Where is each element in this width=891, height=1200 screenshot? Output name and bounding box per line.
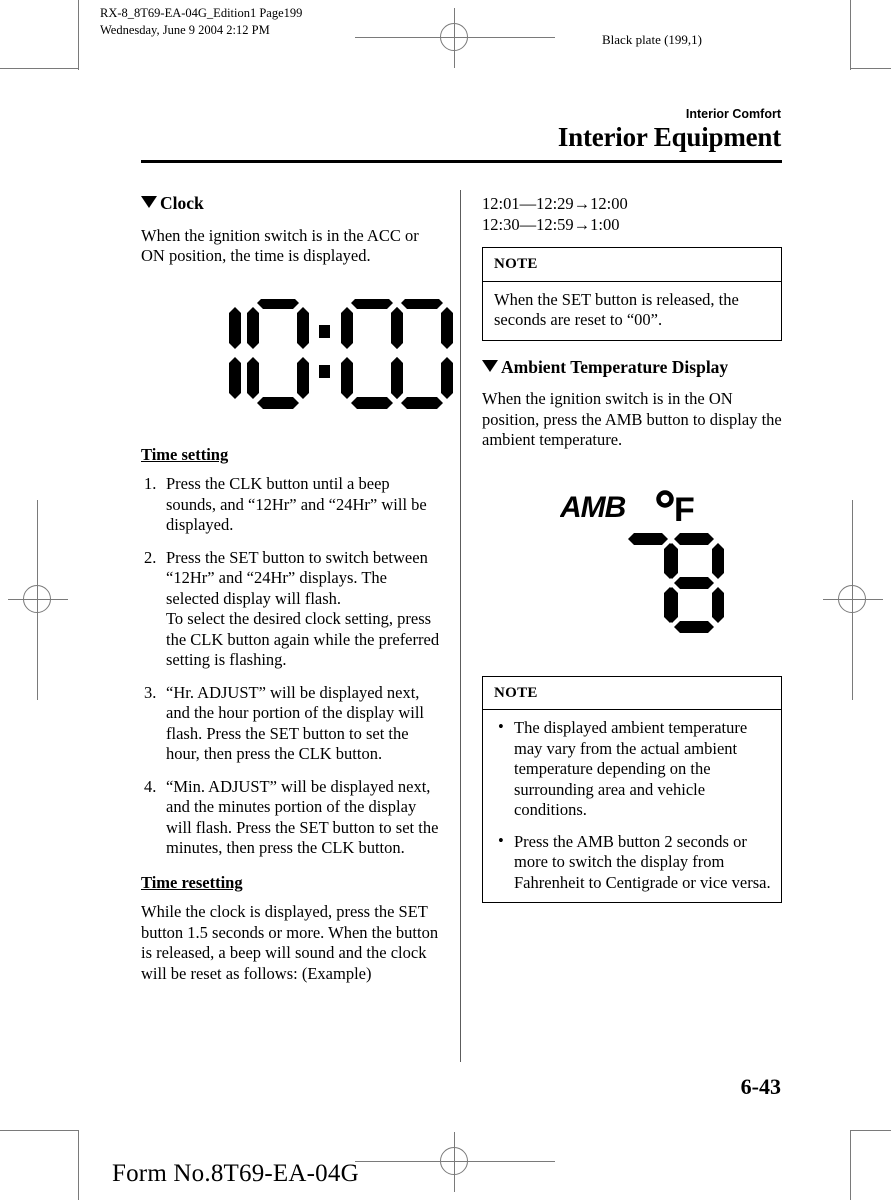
crop-rule-top-left [355,37,425,38]
step-number: 2. [144,547,157,567]
note-body: When the SET button is released, the sec… [494,289,739,330]
crop-rule-top-right-vert [850,0,851,70]
crop-rule-left-lower [37,630,38,700]
ambient-lcd-figure: AMB F [482,461,782,676]
crop-rule-bottom-right-vert [850,1130,851,1200]
time-resetting-text: While the clock is displayed, press the … [141,902,439,983]
registration-vertical-line [852,570,853,630]
note-bullet-text: Press the AMB button 2 seconds or more t… [514,831,771,892]
registration-vertical-line [454,1132,455,1192]
clock-intro-text: When the ignition switch is in the ACC o… [141,225,419,266]
list-item: 4. “Min. ADJUST” will be displayed next,… [141,777,441,859]
clock-lcd-last-digit [379,298,455,411]
crop-rule-top-right [485,37,555,38]
reset-example-values: 12:01—12:29→12:00 12:30—12:59→1:00 [482,194,628,234]
crop-rule-bottom-left-vert [78,1130,79,1200]
section-heading-label: Ambient Temperature Display [501,356,729,377]
note-box-seconds-reset: NOTE When the SET button is released, th… [482,247,782,341]
crop-rule-left-top-horiz [0,68,78,69]
crop-rule-right-top-horiz [850,68,891,69]
list-item: • The displayed ambient temperature may … [494,717,771,821]
chapter-subtitle: Interior Comfort [685,107,781,121]
bullet-icon: • [498,830,504,850]
crop-rule-bottom-right [485,1161,555,1162]
crop-rule-left-upper [37,500,38,570]
print-slug-line2: Wednesday, June 9 2004 2:12 PM [100,23,270,37]
registration-mark-right [823,570,883,630]
note-title: NOTE [483,248,781,282]
clock-lcd [201,298,401,411]
registration-horizontal-line [425,37,485,38]
step-number: 3. [144,682,157,702]
ambient-intro-text: When the ignition switch is in the ON po… [482,389,782,449]
chapter-rule [141,160,782,163]
crop-rule-right-lower [852,630,853,700]
svg-text:AMB: AMB [560,491,626,524]
crop-rule-right-bottom-horiz [850,1130,891,1131]
section-heading-label: Clock [160,193,204,213]
registration-vertical-line [37,570,38,630]
registration-horizontal-line [823,599,883,600]
svg-text:F: F [674,491,695,529]
document-page: RX-8_8T69-EA-04G_Edition1 Page199 Wednes… [0,0,891,1200]
note-title: NOTE [483,677,781,710]
time-setting-steps: 1. Press the CLK button until a beep sou… [141,474,441,859]
registration-mark-top [425,8,485,68]
registration-vertical-line [454,8,455,68]
step-text: Press the SET button to switch between “… [166,547,440,670]
section-heading-ambient-temperature: Ambient Temperature Display [482,357,782,378]
page-title: Interior Equipment [557,122,781,152]
registration-horizontal-line [8,599,68,600]
registration-mark-bottom [425,1132,485,1192]
page-number: 6-43 [740,1074,781,1099]
step-number: 1. [144,474,157,493]
left-column: Clock When the ignition switch is in the… [141,193,453,994]
crop-rule-left-bottom-horiz [0,1130,78,1131]
right-column: 12:01—12:29→12:00 12:30—12:59→1:00 NOTE … [482,193,782,917]
registration-horizontal-line [425,1161,485,1162]
list-item: 1. Press the CLK button until a beep sou… [141,474,441,536]
column-divider [460,190,461,1062]
ambient-temperature-lcd: AMB F [560,487,730,633]
subsection-heading-time-setting: Time setting [141,444,229,464]
subsection-heading-time-resetting: Time resetting [141,872,243,892]
form-number: Form No.8T69-EA-04G [112,1160,359,1187]
registration-mark-left [8,570,68,630]
clock-lcd-figure: 10:00 [141,277,453,445]
step-text: Press the CLK button until a beep sounds… [166,474,427,534]
print-slug-right: Black plate (199,1) [602,32,702,47]
list-item: • Press the AMB button 2 seconds or more… [494,830,771,894]
list-item: 2. Press the SET button to switch betwee… [141,548,441,671]
note-body: • The displayed ambient temperature may … [483,710,781,902]
print-slug-line1: RX-8_8T69-EA-04G_Edition1 Page199 [100,6,303,20]
step-text: “Hr. ADJUST” will be displayed next, and… [166,682,424,764]
triangle-bullet-icon [482,359,498,372]
crop-rule-right-upper [852,500,853,570]
note-bullet-text: The displayed ambient temperature may va… [514,718,748,819]
crop-rule-top-left-vert [78,0,79,70]
list-item: 3. “Hr. ADJUST” will be displayed next, … [141,683,441,765]
step-text: “Min. ADJUST” will be displayed next, an… [166,776,439,858]
section-heading-clock: Clock [141,193,441,214]
note-bullet-list: • The displayed ambient temperature may … [494,717,771,894]
step-number: 4. [144,776,157,796]
triangle-bullet-icon [141,196,157,208]
print-slug-left: RX-8_8T69-EA-04G_Edition1 Page199 Wednes… [100,5,302,39]
bullet-icon: • [498,717,504,736]
note-box-ambient: NOTE • The displayed ambient temperature… [482,675,782,903]
crop-rule-bottom-left [355,1161,425,1162]
